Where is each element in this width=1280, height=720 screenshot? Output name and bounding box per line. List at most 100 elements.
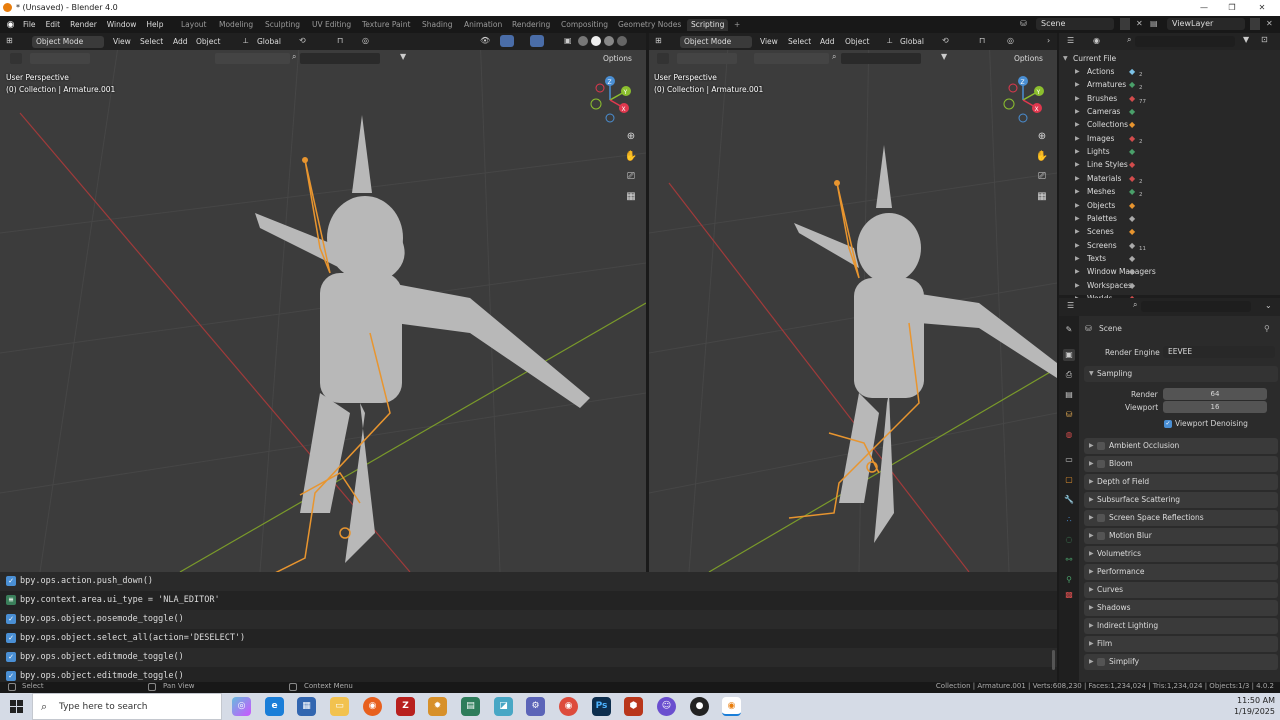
viewport-samples-field[interactable]: 16: [1163, 401, 1267, 413]
windows-start-icon[interactable]: [10, 700, 23, 713]
zoom-icon[interactable]: ⊕: [1034, 129, 1050, 145]
filter-icon[interactable]: ▼: [1243, 35, 1249, 44]
panel-bloom[interactable]: ▶ Bloom: [1084, 456, 1278, 472]
calculator-icon[interactable]: ▦: [297, 697, 316, 716]
filter-icon[interactable]: ▼: [400, 52, 406, 61]
outliner-item-materials[interactable]: ▶ Materials ◆ 2: [1059, 172, 1280, 185]
outliner-item-window-managers[interactable]: ▶ Window Managers ◆: [1059, 265, 1280, 278]
chevron-right-icon[interactable]: ▶: [1075, 239, 1080, 252]
edge-icon[interactable]: e: [265, 697, 284, 716]
blender-taskbar-icon[interactable]: ◉: [722, 697, 741, 716]
display-mode-icon[interactable]: ◉: [1093, 36, 1100, 45]
new-collection-icon[interactable]: ⊡: [1261, 35, 1268, 44]
panel-indirect-lighting[interactable]: ▶ Indirect Lighting: [1084, 618, 1278, 634]
denoise-checkbox[interactable]: ✓: [1164, 420, 1172, 428]
menu-render[interactable]: Render: [65, 20, 102, 29]
properties-editor[interactable]: ☰ ⌕ ⌄ ✎ ▣ ⎙ ▤ ⛁ ◍ ▭ ▢ 🔧 ∴ ◌ ⚯ ⚲ ▩ ⛁ Scen…: [1059, 298, 1280, 682]
scrollbar[interactable]: [1052, 650, 1055, 670]
rendered-shading-icon[interactable]: [617, 36, 627, 46]
particles-tab-icon[interactable]: ∴: [1063, 514, 1075, 526]
orientation-selector[interactable]: Global: [896, 36, 936, 48]
search-input[interactable]: [841, 53, 921, 64]
outliner-item-actions[interactable]: ▶ Actions ◆ 2: [1059, 65, 1280, 78]
menu-edit[interactable]: Edit: [41, 20, 66, 29]
wireframe-shading-icon[interactable]: [578, 36, 588, 46]
panel-performance[interactable]: ▶ Performance: [1084, 564, 1278, 580]
app-icon[interactable]: ⚙: [526, 697, 545, 716]
render-tab-icon[interactable]: ▣: [1063, 349, 1075, 361]
pan-hand-icon[interactable]: ✋: [1034, 149, 1050, 165]
list-item[interactable]: ✓ bpy.ops.object.posemode_toggle(): [0, 610, 1057, 629]
editor-type-icon[interactable]: ⊞: [6, 36, 13, 45]
options-menu[interactable]: Options: [1009, 54, 1048, 63]
app-icon[interactable]: ⬢: [624, 697, 643, 716]
tab-animation[interactable]: Animation: [460, 19, 506, 31]
chevron-right-icon[interactable]: ▶: [1075, 105, 1080, 118]
tab-rendering[interactable]: Rendering: [508, 19, 554, 31]
editor-type-icon[interactable]: ☰: [1067, 301, 1074, 310]
close-icon[interactable]: ✕: [1266, 19, 1273, 28]
chevron-right-icon[interactable]: ▶: [1075, 92, 1080, 105]
menu-help[interactable]: Help: [141, 20, 168, 29]
info-log[interactable]: ✓ bpy.ops.action.push_down() ≡ bpy.context…: [0, 572, 1057, 682]
mode-selector[interactable]: Object Mode: [32, 36, 104, 48]
pan-hand-icon[interactable]: ✋: [623, 149, 639, 165]
chevron-right-icon[interactable]: ▶: [1075, 65, 1080, 78]
viewport-left[interactable]: ⊞ Object Mode View Select Add Object ⟂ G…: [0, 33, 646, 572]
menu-add[interactable]: Add: [168, 37, 193, 46]
chevron-right-icon[interactable]: ▶: [1075, 225, 1080, 238]
render-engine-select[interactable]: EEVEE: [1163, 346, 1275, 358]
panel-curves[interactable]: ▶ Curves: [1084, 582, 1278, 598]
navigation-gizmo[interactable]: Z Y X: [586, 75, 636, 125]
tab-scripting[interactable]: Scripting: [687, 19, 729, 31]
menu-select[interactable]: Select: [135, 37, 168, 46]
filter-icon[interactable]: ▼: [941, 52, 947, 61]
panel-enable-checkbox[interactable]: [1097, 532, 1105, 540]
scene-tab-icon[interactable]: ⛁: [1063, 409, 1075, 421]
chevron-right-icon[interactable]: ▶: [1075, 252, 1080, 265]
outliner-item-cameras[interactable]: ▶ Cameras ◆: [1059, 105, 1280, 118]
proportional-icon[interactable]: ◎: [1007, 36, 1014, 45]
chevron-right-icon[interactable]: ▶: [1075, 132, 1080, 145]
list-item[interactable]: ✓ bpy.ops.action.push_down(): [0, 572, 1057, 591]
camera-icon[interactable]: ⎚: [623, 169, 639, 185]
render-samples-field[interactable]: 64: [1163, 388, 1267, 400]
tab-modeling[interactable]: Modeling: [215, 19, 257, 31]
outliner-item-workspaces[interactable]: ▶ Workspaces ◆: [1059, 279, 1280, 292]
material-shading-icon[interactable]: [604, 36, 614, 46]
panel-enable-checkbox[interactable]: [1097, 658, 1105, 666]
more-icon[interactable]: ›: [1047, 36, 1050, 45]
outliner-item-palettes[interactable]: ▶ Palettes ◆: [1059, 212, 1280, 225]
orientation-selector[interactable]: Global: [253, 36, 293, 48]
chevron-right-icon[interactable]: ▶: [1075, 172, 1080, 185]
outliner-item-lights[interactable]: ▶ Lights ◆: [1059, 145, 1280, 158]
firefox-icon[interactable]: ◉: [363, 697, 382, 716]
discord-icon[interactable]: ☺: [657, 697, 676, 716]
perspective-grid-icon[interactable]: ▦: [623, 189, 639, 205]
selection-mode-buttons[interactable]: [677, 53, 737, 64]
mode-selector[interactable]: Object Mode: [680, 36, 752, 48]
panel-depth-of-field[interactable]: ▶ Depth of Field: [1084, 474, 1278, 490]
visibility-icon[interactable]: 👁: [480, 36, 490, 45]
search-input[interactable]: [300, 53, 380, 64]
tab-texture-paint[interactable]: Texture Paint: [358, 19, 414, 31]
chevron-right-icon[interactable]: ▶: [1075, 185, 1080, 198]
panel-shadows[interactable]: ▶ Shadows: [1084, 600, 1278, 616]
chrome-icon[interactable]: ◉: [559, 697, 578, 716]
new-view-layer-icon[interactable]: [1250, 18, 1260, 30]
settings-app-icon[interactable]: ✹: [428, 697, 447, 716]
chevron-right-icon[interactable]: ▶: [1075, 118, 1080, 131]
constraints-tab-icon[interactable]: ⚯: [1063, 554, 1075, 566]
panel-subsurface-scattering[interactable]: ▶ Subsurface Scattering: [1084, 492, 1278, 508]
pin-icon[interactable]: ⚲: [1264, 324, 1270, 333]
chevron-right-icon[interactable]: ▶: [1075, 199, 1080, 212]
panel-sampling[interactable]: ▼ Sampling: [1084, 366, 1278, 382]
editor-type-icon[interactable]: ⊞: [655, 36, 662, 45]
panel-enable-checkbox[interactable]: [1097, 442, 1105, 450]
toolbar-toggle-icon[interactable]: [10, 53, 22, 64]
file-explorer-icon[interactable]: ▭: [330, 697, 349, 716]
list-item[interactable]: ▼ Current File: [1059, 52, 1280, 65]
panel-simplify[interactable]: ▶ Simplify: [1084, 654, 1278, 670]
outliner-item-armatures[interactable]: ▶ Armatures ◆ 2: [1059, 78, 1280, 91]
editor-type-icon[interactable]: ☰: [1067, 36, 1074, 45]
